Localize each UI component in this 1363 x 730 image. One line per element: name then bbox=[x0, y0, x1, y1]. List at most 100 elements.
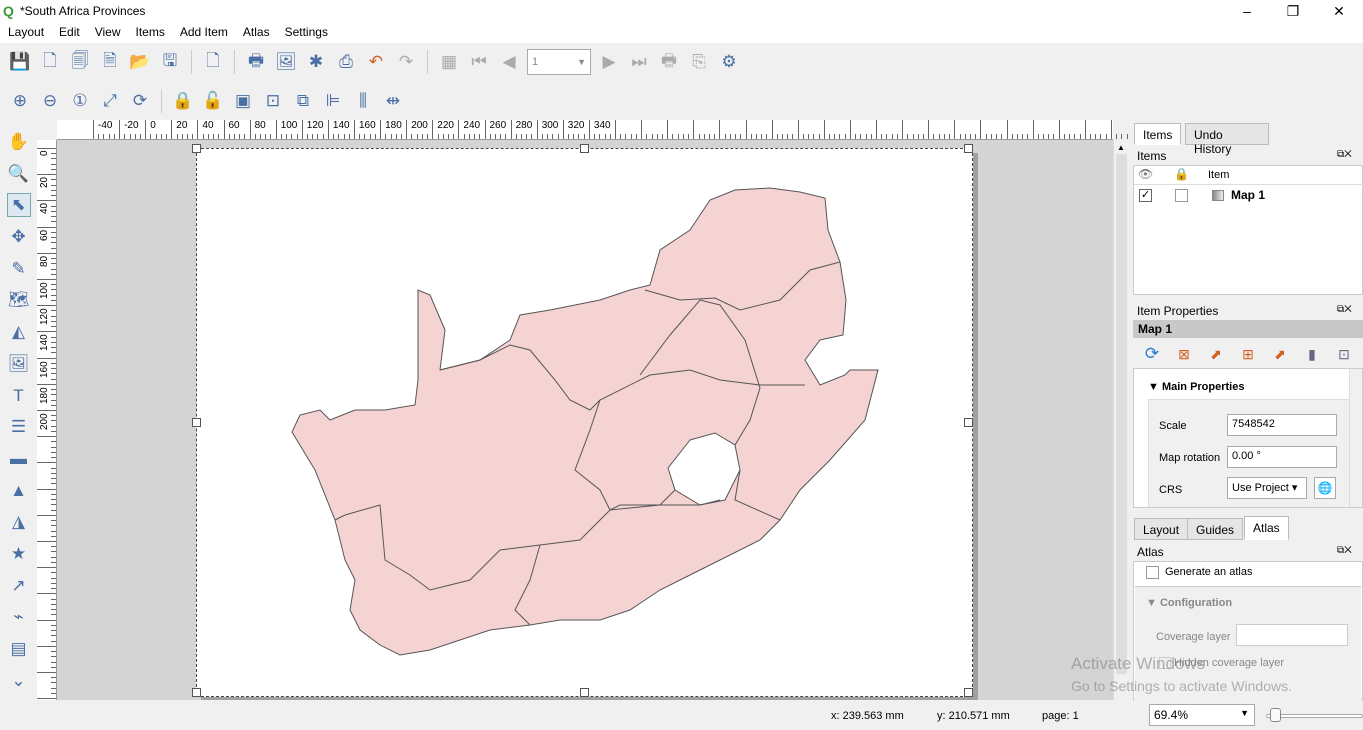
atlas-preview-icon[interactable]: ▦ bbox=[437, 50, 461, 74]
add-3d-map-icon[interactable]: ◭ bbox=[7, 320, 31, 344]
item-row[interactable]: ✓ Map 1 bbox=[1134, 186, 1363, 206]
minimize-button[interactable]: – bbox=[1224, 0, 1270, 22]
distribute-icon[interactable]: ⫼ bbox=[351, 89, 375, 113]
next-feature-icon[interactable]: ▶ bbox=[597, 50, 621, 74]
open-folder-icon[interactable]: 📂 bbox=[128, 50, 152, 74]
zoom-100-icon[interactable]: ① bbox=[68, 89, 92, 113]
scroll-up-icon[interactable]: ▲ bbox=[1117, 143, 1125, 152]
generate-atlas-checkbox[interactable] bbox=[1146, 566, 1159, 579]
menu-layout[interactable]: Layout bbox=[0, 22, 51, 43]
export-svg-icon[interactable]: ✱ bbox=[304, 50, 328, 74]
scrollbar-thumb[interactable] bbox=[1116, 154, 1127, 674]
add-picture-icon[interactable]: 🖼 bbox=[7, 352, 31, 376]
raise-items-icon[interactable]: ⧉ bbox=[291, 89, 315, 113]
set-scale-icon[interactable]: ⊞ bbox=[1236, 342, 1260, 366]
resize-handle-left[interactable] bbox=[192, 418, 201, 427]
resize-handle-bottom[interactable] bbox=[580, 688, 589, 697]
edit-nodes-icon[interactable]: ✎ bbox=[7, 257, 31, 281]
menu-settings[interactable]: Settings bbox=[277, 22, 335, 43]
add-pages-icon[interactable]: 🗋 bbox=[201, 50, 225, 74]
add-html-icon[interactable]: ▤ bbox=[7, 637, 31, 661]
pan-icon[interactable]: ✋ bbox=[7, 130, 31, 154]
zoom-in-icon[interactable]: ⊕ bbox=[8, 89, 32, 113]
align-left-icon[interactable]: ⊫ bbox=[321, 89, 345, 113]
visible-checkbox[interactable]: ✓ bbox=[1139, 189, 1152, 202]
add-scalebar-icon[interactable]: ▬ bbox=[7, 447, 31, 471]
crs-dropdown[interactable]: Use Project ▾ bbox=[1227, 477, 1307, 499]
menu-atlas[interactable]: Atlas bbox=[235, 22, 277, 43]
add-legend-icon[interactable]: ☰ bbox=[7, 415, 31, 439]
scale-input[interactable]: 7548542 bbox=[1227, 414, 1337, 436]
zoom-combo[interactable]: 69.4% ▼ bbox=[1149, 704, 1255, 726]
atlas-settings-icon[interactable]: ⚙ bbox=[717, 50, 741, 74]
view-scale-icon[interactable]: ⬈ bbox=[1268, 342, 1292, 366]
add-north-arrow-icon[interactable]: ▲ bbox=[7, 479, 31, 503]
save-template-icon[interactable]: 🖫 bbox=[158, 50, 182, 74]
float-close-icons[interactable]: ⧉✕ bbox=[1337, 304, 1352, 315]
zoom-full-icon[interactable]: ⤢ bbox=[98, 89, 122, 113]
resize-handle-top-left[interactable] bbox=[192, 144, 201, 153]
resize-handle-top-right[interactable] bbox=[964, 144, 973, 153]
lock-checkbox[interactable] bbox=[1175, 189, 1188, 202]
chevron-down-icon[interactable]: ▼ bbox=[1240, 708, 1249, 718]
view-extent-icon[interactable]: ⬈ bbox=[1204, 342, 1228, 366]
tab-layout[interactable]: Layout bbox=[1134, 518, 1189, 540]
menu-view[interactable]: View bbox=[87, 22, 128, 43]
add-node-item-icon[interactable]: ⌁ bbox=[7, 605, 31, 629]
group-icon[interactable]: ▣ bbox=[231, 89, 255, 113]
menu-edit[interactable]: Edit bbox=[51, 22, 87, 43]
menu-add-item[interactable]: Add Item bbox=[172, 22, 235, 43]
tab-items[interactable]: Items bbox=[1134, 123, 1182, 145]
crs-globe-icon[interactable]: 🌐 bbox=[1314, 477, 1336, 499]
resize-handle-right[interactable] bbox=[964, 418, 973, 427]
chevron-down-icon[interactable]: ▼ bbox=[577, 57, 586, 67]
save-icon[interactable]: 💾 bbox=[8, 50, 32, 74]
tab-undo-history[interactable]: Undo History bbox=[1185, 123, 1269, 156]
coverage-layer-dropdown[interactable] bbox=[1236, 624, 1348, 646]
export-atlas-icon[interactable]: ⎘ bbox=[687, 50, 711, 74]
item-name[interactable]: Map 1 bbox=[1231, 188, 1265, 202]
last-feature-icon[interactable]: ⏭ bbox=[627, 50, 651, 74]
add-map-icon[interactable]: 🗺 bbox=[7, 288, 31, 312]
menu-items[interactable]: Items bbox=[128, 22, 172, 43]
maximize-button[interactable]: ❐ bbox=[1270, 0, 1316, 22]
add-label-icon[interactable]: T bbox=[7, 384, 31, 408]
layout-page[interactable] bbox=[192, 144, 973, 697]
properties-scrollbar[interactable] bbox=[1349, 369, 1362, 507]
layout-manager-icon[interactable]: 🗎 bbox=[98, 50, 122, 74]
hidden-coverage-checkbox[interactable] bbox=[1159, 657, 1171, 669]
tab-atlas[interactable]: Atlas bbox=[1244, 516, 1289, 540]
update-preview-icon[interactable]: ⟳ bbox=[1140, 342, 1164, 366]
resize-handle-top[interactable] bbox=[580, 144, 589, 153]
float-close-icons[interactable]: ⧉✕ bbox=[1337, 545, 1352, 556]
print-atlas-icon[interactable]: 🖶 bbox=[657, 50, 681, 74]
export-image-icon[interactable]: 🖼 bbox=[274, 50, 298, 74]
first-feature-icon[interactable]: ⏮ bbox=[467, 50, 491, 74]
lock-items-icon[interactable]: 🔒 bbox=[171, 89, 195, 113]
tab-guides[interactable]: Guides bbox=[1187, 518, 1244, 540]
labeling-settings-icon[interactable]: ⊡ bbox=[1332, 342, 1356, 366]
redo-icon[interactable]: ↷ bbox=[394, 50, 418, 74]
atlas-page-spinbox[interactable]: 1 ▼ bbox=[527, 49, 591, 75]
bookmark-icon[interactable]: ▮ bbox=[1300, 342, 1324, 366]
zoom-tool-icon[interactable]: 🔍 bbox=[7, 162, 31, 186]
new-layout-icon[interactable]: 🗋 bbox=[38, 50, 62, 74]
zoom-out-icon[interactable]: ⊖ bbox=[38, 89, 62, 113]
zoom-slider-handle[interactable] bbox=[1270, 708, 1282, 722]
layout-canvas[interactable] bbox=[57, 140, 1113, 700]
float-close-icons[interactable]: ⧉✕ bbox=[1337, 149, 1352, 160]
move-content-icon[interactable]: ✥ bbox=[7, 225, 31, 249]
resize-handle-bottom-right[interactable] bbox=[964, 688, 973, 697]
canvas-vertical-scrollbar[interactable]: ▲ bbox=[1113, 140, 1128, 700]
set-extent-icon[interactable]: ⊠ bbox=[1172, 342, 1196, 366]
print-icon[interactable]: 🖶 bbox=[244, 50, 268, 74]
map-rotation-spinbox[interactable]: 0.00 ° bbox=[1227, 446, 1337, 468]
select-move-icon[interactable]: ⬉ bbox=[6, 193, 31, 218]
unlock-items-icon[interactable]: 🔓 bbox=[201, 89, 225, 113]
add-shape-icon[interactable]: ◮ bbox=[7, 510, 31, 534]
undo-icon[interactable]: ↶ bbox=[364, 50, 388, 74]
resize-icon[interactable]: ⇹ bbox=[381, 89, 405, 113]
add-marker-icon[interactable]: ★ bbox=[7, 542, 31, 566]
ungroup-icon[interactable]: ⊡ bbox=[261, 89, 285, 113]
export-pdf-icon[interactable]: ⎙ bbox=[334, 50, 358, 74]
